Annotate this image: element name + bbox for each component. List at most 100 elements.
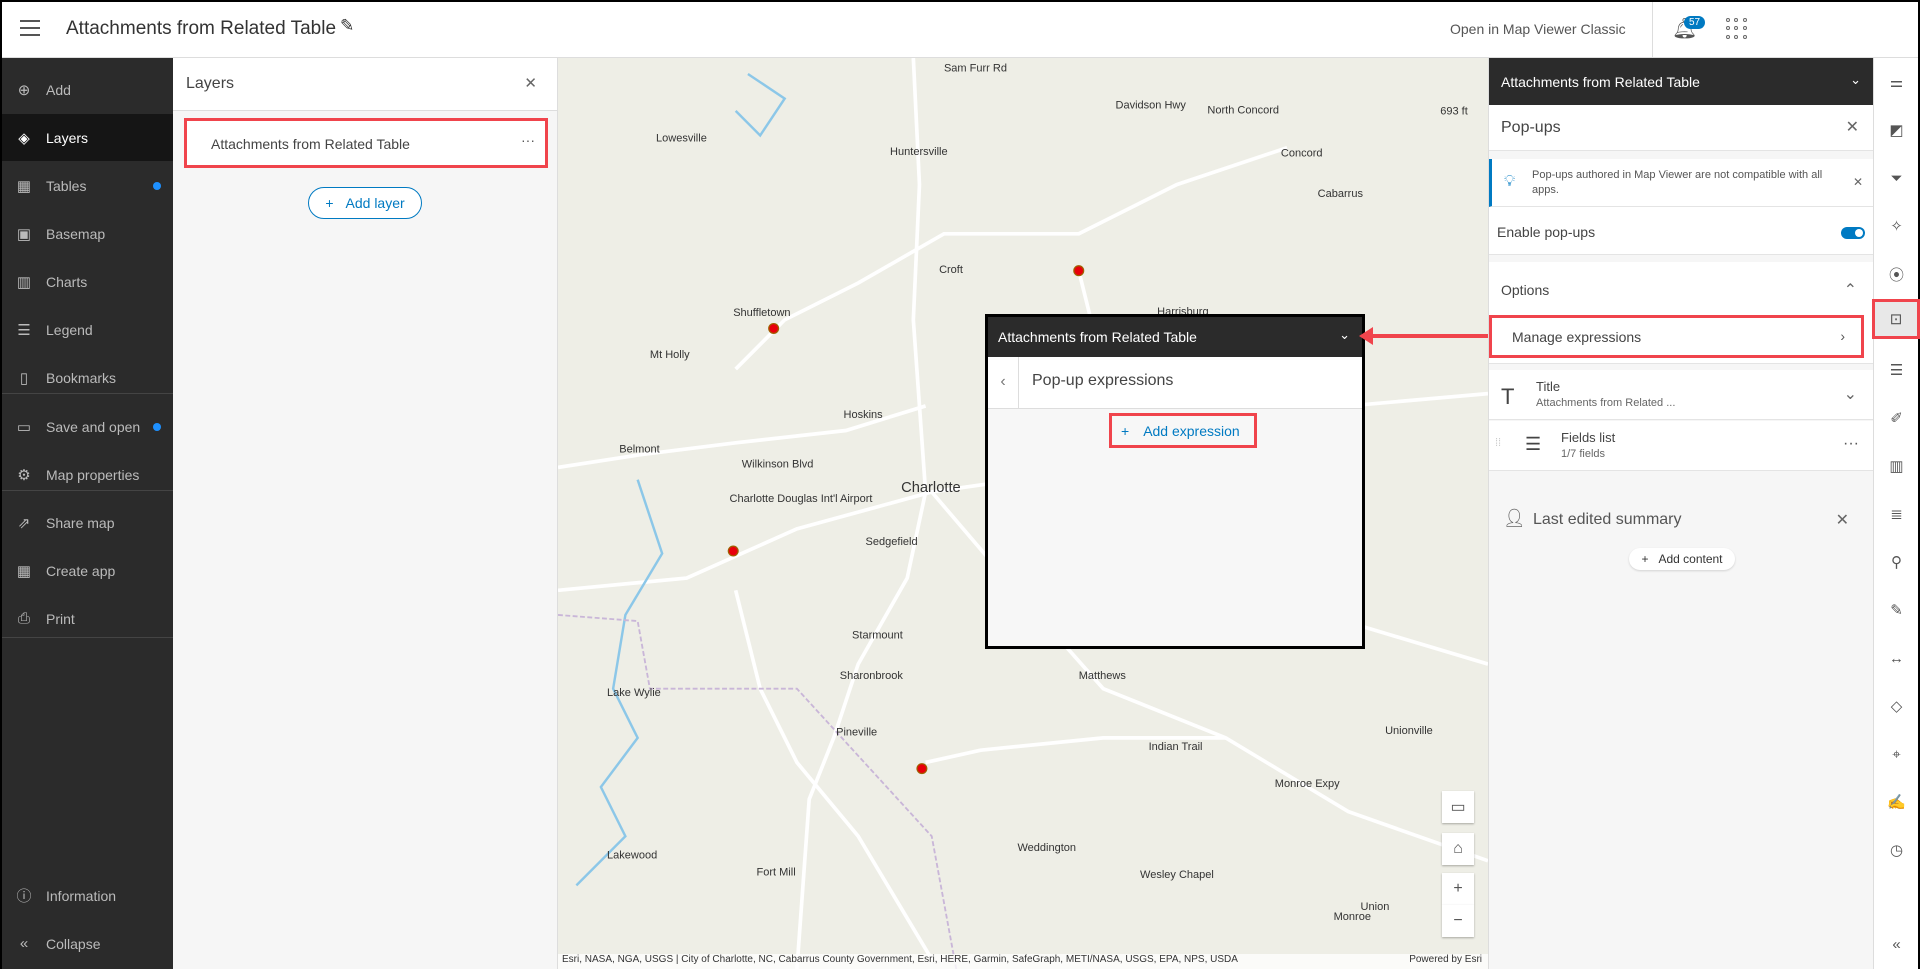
effects-icon[interactable]: ✧ xyxy=(1874,206,1919,246)
add-content-label: Add content xyxy=(1658,552,1723,566)
app-header: Attachments from Related Table ✎ Open in… xyxy=(2,2,1918,58)
map-label: North Concord xyxy=(1207,104,1279,116)
close-icon[interactable]: ✕ xyxy=(1853,175,1863,189)
nav-item-legend[interactable]: ☰ Legend xyxy=(2,306,173,353)
location-icon[interactable]: ⌖ xyxy=(1874,734,1919,774)
more-options-icon[interactable]: ··· xyxy=(521,132,535,148)
forms-icon[interactable]: ≣ xyxy=(1874,494,1919,534)
layer-item[interactable]: Attachments from Related Table ··· xyxy=(184,118,548,168)
popups-icon[interactable]: ⊡ xyxy=(1872,299,1920,339)
manage-expressions-item[interactable]: Manage expressions › xyxy=(1489,315,1864,358)
zoom-in-button[interactable]: + xyxy=(1442,873,1474,905)
map-label: Cabarrus xyxy=(1318,188,1364,200)
back-icon[interactable]: ‹ xyxy=(988,357,1019,409)
screen-icon[interactable]: ▭ xyxy=(1442,791,1474,823)
nav-item-basemap[interactable]: ▣ Basemap xyxy=(2,210,173,257)
layers-icon: ◈ xyxy=(18,129,30,147)
map-label: Concord xyxy=(1281,147,1323,159)
chevron-down-icon[interactable]: ⌄ xyxy=(1850,72,1861,88)
collapse-icon: « xyxy=(19,935,29,952)
nav-item-layers[interactable]: ◈ Layers xyxy=(2,114,173,161)
nav-label: Basemap xyxy=(46,225,106,242)
add-content-button[interactable]: + Add content xyxy=(1629,548,1735,570)
powered-by[interactable]: Powered by Esri xyxy=(1409,954,1482,965)
chevron-up-icon[interactable]: ⌃ xyxy=(1844,280,1857,300)
nav-item-information[interactable]: ⓘ Information xyxy=(2,872,173,919)
nav-item-charts[interactable]: ▥ Charts xyxy=(2,258,173,305)
add-layer-label: Add layer xyxy=(345,195,405,211)
user-icon: 👤︎ xyxy=(1503,508,1526,528)
divider xyxy=(1652,2,1653,58)
zoom-out-button[interactable]: − xyxy=(1442,905,1474,937)
app-launcher-icon[interactable] xyxy=(1726,18,1748,40)
directions-icon[interactable]: ◇ xyxy=(1874,686,1919,726)
popup-subtitle: Pop-up expressions xyxy=(1032,372,1174,389)
nav-item-tables[interactable]: ▦ Tables xyxy=(2,162,173,209)
chevron-down-icon[interactable]: ⌄ xyxy=(1339,327,1350,343)
close-icon[interactable]: ✕ xyxy=(1846,117,1859,137)
open-classic-link[interactable]: Open in Map Viewer Classic xyxy=(1450,21,1626,37)
edit-title-pencil-icon[interactable]: ✎ xyxy=(340,16,354,36)
filter-icon[interactable]: ⏷ xyxy=(1874,158,1919,198)
measure-icon[interactable]: ↔ xyxy=(1874,638,1919,678)
home-icon[interactable]: ⌂ xyxy=(1442,833,1474,865)
text-icon: T xyxy=(1501,384,1515,409)
time-icon[interactable]: ◷ xyxy=(1874,830,1919,870)
map-label: Croft xyxy=(939,264,963,276)
add-expression-button[interactable]: + Add expression xyxy=(1109,413,1257,448)
chevron-down-icon[interactable]: ⌄ xyxy=(1844,384,1857,404)
nav-item-collapse[interactable]: « Collapse xyxy=(2,920,173,967)
chevron-right-icon: › xyxy=(1840,328,1845,344)
labels-icon[interactable]: ✐ xyxy=(1874,398,1919,438)
attribution-text: Esri, NASA, NGA, USGS | City of Charlott… xyxy=(562,954,1238,965)
fields-icon[interactable]: ☰ xyxy=(1874,350,1919,390)
map-point[interactable] xyxy=(768,322,780,335)
enable-popups-toggle[interactable] xyxy=(1841,227,1865,239)
tables-icon: ▦ xyxy=(16,177,32,195)
nav-item-print[interactable]: ⎙ Print xyxy=(2,595,173,642)
nav-label: Charts xyxy=(46,273,88,290)
map-title: Attachments from Related Table xyxy=(66,18,337,39)
drag-handle-icon[interactable]: ⁞⁞ xyxy=(1495,437,1501,449)
last-edited-label: Last edited summary xyxy=(1533,511,1682,528)
map-label: Union xyxy=(1361,901,1390,913)
nav-item-share-map[interactable]: ⇗ Share map xyxy=(2,499,173,546)
lightbulb-icon: 💡︎ xyxy=(1504,173,1516,190)
close-icon[interactable]: ✕ xyxy=(1836,510,1849,530)
map-point[interactable] xyxy=(916,763,928,775)
search-icon[interactable]: ⚲ xyxy=(1874,542,1919,582)
clustering-icon[interactable]: ⦿ xyxy=(1874,254,1919,294)
nav-item-save-and-open[interactable]: ▭ Save and open xyxy=(2,403,173,450)
edit-icon[interactable]: ✍ xyxy=(1874,782,1919,822)
more-options-icon[interactable]: ··· xyxy=(1843,435,1859,453)
menu-icon[interactable] xyxy=(20,20,40,36)
close-icon[interactable]: ✕ xyxy=(524,74,537,92)
enable-popups-label: Enable pop-ups xyxy=(1497,224,1596,240)
map-point[interactable] xyxy=(1073,265,1085,277)
add-icon: ⊕ xyxy=(17,81,31,99)
divider xyxy=(2,490,173,491)
styles-icon[interactable]: ◩ xyxy=(1874,110,1919,150)
sketch-icon[interactable]: ✎ xyxy=(1874,590,1919,630)
map-label: Fort Mill xyxy=(756,867,795,879)
manage-expressions-label: Manage expressions xyxy=(1512,329,1642,345)
layer-name: Attachments from Related Table xyxy=(211,136,410,152)
section-title: Pop-ups xyxy=(1501,119,1561,136)
nav-item-create-app[interactable]: ▦ Create app xyxy=(2,547,173,594)
action-bar: ⚌ ◩ ⏷ ✧ ⦿ ⊡ ☰ ✐ ▥ ≣ ⚲ ✎ ↔ ◇ ⌖ ✍ ◷ « xyxy=(1872,58,1920,969)
map-label: Charlotte Douglas Int'l Airport xyxy=(730,493,873,505)
map-label: Lake Wylie xyxy=(607,687,661,699)
legend-icon: ☰ xyxy=(17,321,31,339)
map-label: Lowesville xyxy=(656,133,707,145)
options-header[interactable]: Options xyxy=(1501,282,1549,298)
print-icon: ⎙ xyxy=(17,610,30,627)
nav-item-add[interactable]: ⊕ Add xyxy=(2,66,173,113)
properties-icon[interactable]: ⚌ xyxy=(1874,62,1919,102)
nav-label: Create app xyxy=(46,562,116,579)
map-point[interactable] xyxy=(727,545,739,557)
add-layer-button[interactable]: + Add layer xyxy=(308,187,422,219)
add-expression-label: Add expression xyxy=(1143,422,1240,439)
layers-panel: Layers ✕ Attachments from Related Table ··… xyxy=(173,58,558,969)
charts-icon[interactable]: ▥ xyxy=(1874,446,1919,486)
collapse-icon[interactable]: « xyxy=(1874,924,1919,964)
